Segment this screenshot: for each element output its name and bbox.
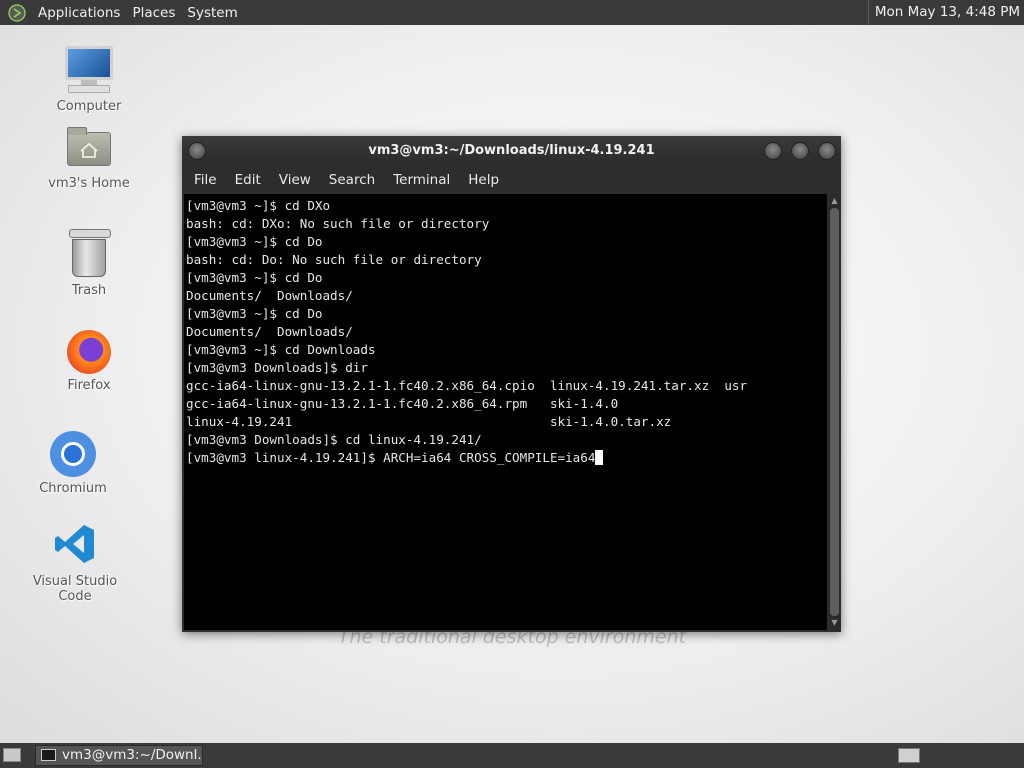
taskbar-window-label: vm3@vm3:~/Downl... xyxy=(62,747,203,763)
taskbar-window-button[interactable]: vm3@vm3:~/Downl... xyxy=(35,745,203,766)
desktop-icon-label: Visual Studio Code xyxy=(32,574,118,604)
terminal-line: [vm3@vm3 Downloads]$ cd linux-4.19.241/ xyxy=(186,432,482,447)
vscode-icon xyxy=(53,522,97,566)
desktop-icon-vscode[interactable]: Visual Studio Code xyxy=(15,522,135,604)
desktop-icon-label: vm3's Home xyxy=(48,176,130,191)
menu-edit[interactable]: Edit xyxy=(226,172,270,188)
terminal-line: [vm3@vm3 Downloads]$ dir xyxy=(186,360,368,375)
menu-view[interactable]: View xyxy=(270,172,320,188)
terminal-menubar: File Edit View Search Terminal Help xyxy=(182,166,841,194)
applications-menu[interactable]: Applications xyxy=(32,5,126,21)
desktop-icon-chromium[interactable]: Chromium xyxy=(13,431,133,496)
clock[interactable]: Mon May 13, 4:48 PM xyxy=(867,0,1020,25)
terminal-icon xyxy=(41,749,56,761)
menu-help[interactable]: Help xyxy=(459,172,508,188)
desktop-icon-firefox[interactable]: Firefox xyxy=(29,330,149,393)
firefox-icon xyxy=(67,330,111,374)
window-title[interactable]: vm3@vm3:~/Downloads/linux-4.19.241 xyxy=(182,136,841,166)
desktop-icon-computer[interactable]: Computer xyxy=(29,46,149,114)
terminal-line: gcc-ia64-linux-gnu-13.2.1-1.fc40.2.x86_6… xyxy=(186,378,748,393)
terminal-line: Documents/ Downloads/ xyxy=(186,324,353,339)
text-cursor xyxy=(595,450,604,465)
terminal-line: linux-4.19.241 ski-1.4.0.tar.xz xyxy=(186,414,672,429)
desktop-icon-trash[interactable]: Trash xyxy=(29,229,149,298)
trash-icon xyxy=(69,229,111,277)
menu-search[interactable]: Search xyxy=(320,172,384,188)
terminal-line: gcc-ia64-linux-gnu-13.2.1-1.fc40.2.x86_6… xyxy=(186,396,619,411)
terminal-line: [vm3@vm3 ~]$ cd Do xyxy=(186,234,323,249)
terminal-command-input[interactable]: [vm3@vm3 linux-4.19.241]$ ARCH=ia64 CROS… xyxy=(186,450,595,465)
computer-icon xyxy=(65,46,113,93)
scroll-thumb[interactable] xyxy=(830,208,839,616)
show-desktop-icon[interactable] xyxy=(3,748,21,762)
close-button[interactable] xyxy=(818,142,836,160)
menu-terminal[interactable]: Terminal xyxy=(384,172,459,188)
chromium-icon xyxy=(50,431,96,477)
terminal-line: [vm3@vm3 ~]$ cd Downloads xyxy=(186,342,376,357)
home-folder-icon xyxy=(67,127,111,166)
top-panel: Applications Places System Mon May 13, 4… xyxy=(0,0,1024,25)
terminal-output[interactable]: [vm3@vm3 ~]$ cd DXo bash: cd: DXo: No su… xyxy=(184,194,827,630)
desktop-icon-label: Chromium xyxy=(39,481,107,496)
scroll-down-icon[interactable]: ▼ xyxy=(830,618,839,628)
desktop-icon-home[interactable]: vm3's Home xyxy=(29,127,149,191)
terminal-line: Documents/ Downloads/ xyxy=(186,288,353,303)
terminal-line: [vm3@vm3 ~]$ cd Do xyxy=(186,306,323,321)
terminal-prompt-line[interactable]: [vm3@vm3 linux-4.19.241]$ ARCH=ia64 CROS… xyxy=(186,449,827,467)
desktop-icon-label: Computer xyxy=(56,99,122,114)
window-menu-icon[interactable] xyxy=(188,142,206,160)
minimize-button[interactable] xyxy=(764,142,782,160)
mate-logo-icon[interactable] xyxy=(8,3,26,22)
terminal-line: [vm3@vm3 ~]$ cd DXo xyxy=(186,198,331,213)
terminal-window[interactable]: vm3@vm3:~/Downloads/linux-4.19.241 File … xyxy=(182,136,841,632)
menu-file[interactable]: File xyxy=(185,172,226,188)
workspace-switcher[interactable] xyxy=(898,748,920,763)
desktop-icon-label: Firefox xyxy=(67,378,111,393)
scroll-up-icon[interactable]: ▲ xyxy=(830,196,839,206)
terminal-line: [vm3@vm3 ~]$ cd Do xyxy=(186,270,323,285)
terminal-line: bash: cd: Do: No such file or directory xyxy=(186,252,482,267)
desktop-icon-label: Trash xyxy=(71,283,107,298)
maximize-button[interactable] xyxy=(791,142,809,160)
bottom-panel: vm3@vm3:~/Downl... xyxy=(0,743,1024,768)
system-menu[interactable]: System xyxy=(181,5,243,21)
terminal-line: bash: cd: DXo: No such file or directory xyxy=(186,216,490,231)
places-menu[interactable]: Places xyxy=(126,5,181,21)
terminal-scrollbar[interactable]: ▲ ▼ xyxy=(829,194,840,630)
